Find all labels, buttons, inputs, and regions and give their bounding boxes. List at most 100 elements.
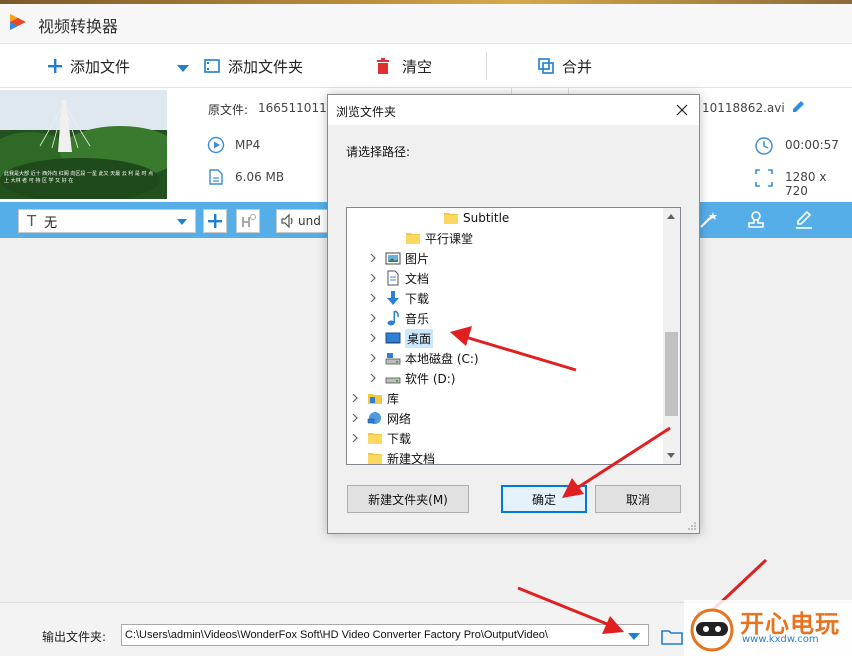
tree-item-subtitle[interactable]: Subtitle bbox=[347, 208, 665, 228]
speaker-icon bbox=[281, 213, 293, 229]
tree-item-label: 平行课堂 bbox=[425, 231, 474, 246]
tree-item-pictures[interactable]: 图片 bbox=[347, 248, 665, 268]
merge-label: 合并 bbox=[562, 57, 593, 76]
tree-item-downloads[interactable]: 下载 bbox=[347, 288, 665, 308]
video-thumbnail[interactable]: 此我是大部 近十 西外向 红阁 向区段 一星 此又 天最 云 利 是 时 点上 … bbox=[0, 90, 167, 199]
subtitle-settings-button[interactable] bbox=[236, 209, 260, 233]
ok-button[interactable]: 确定 bbox=[501, 485, 587, 513]
toolbar-divider bbox=[486, 52, 487, 80]
app-logo-icon bbox=[10, 14, 26, 30]
scroll-up-icon[interactable] bbox=[667, 214, 675, 219]
output-file-name: 10118862.avi bbox=[702, 101, 785, 115]
watermark-url: www.kxdw.com bbox=[742, 634, 819, 645]
dialog-title: 浏览文件夹 bbox=[336, 105, 397, 119]
resize-grip-icon[interactable] bbox=[687, 521, 697, 531]
library-icon bbox=[368, 394, 382, 404]
tree-item-label: 库 bbox=[387, 391, 400, 406]
scroll-thumb[interactable] bbox=[665, 332, 678, 416]
chevron-right-icon[interactable] bbox=[369, 374, 377, 382]
trash-icon bbox=[377, 58, 389, 74]
duration-icon bbox=[755, 137, 773, 155]
documents-icon bbox=[387, 270, 399, 286]
edit-name-icon[interactable] bbox=[790, 99, 806, 115]
subtitle-select[interactable]: T 无 bbox=[18, 209, 196, 233]
merge-icon bbox=[538, 58, 554, 74]
chevron-right-icon[interactable] bbox=[351, 394, 359, 402]
folder-icon bbox=[444, 213, 458, 224]
tree-item-label: 新建文档 bbox=[387, 451, 436, 465]
close-icon[interactable] bbox=[673, 101, 691, 119]
add-file-label: 添加文件 bbox=[70, 57, 131, 76]
add-file-dropdown-icon[interactable] bbox=[177, 65, 189, 72]
clear-button[interactable]: 清空 bbox=[376, 54, 432, 78]
main-toolbar: 添加文件 添加文件夹 清空 合并 bbox=[0, 44, 852, 88]
add-subtitle-button[interactable] bbox=[203, 209, 227, 233]
output-duration: 00:00:57 bbox=[785, 138, 839, 152]
chevron-right-icon[interactable] bbox=[369, 274, 377, 282]
tree-item-download-folder[interactable]: 下载 bbox=[347, 428, 665, 448]
chevron-down-icon bbox=[177, 219, 187, 225]
network-icon bbox=[367, 412, 381, 424]
format-icon bbox=[207, 136, 225, 154]
add-folder-label: 添加文件夹 bbox=[228, 57, 304, 76]
output-path-dropdown-icon[interactable] bbox=[628, 633, 640, 640]
source-format: MP4 bbox=[235, 138, 261, 152]
cancel-button[interactable]: 取消 bbox=[595, 485, 681, 513]
film-folder-icon bbox=[204, 59, 220, 73]
folder-icon bbox=[368, 453, 382, 464]
watermark-stamp-icon[interactable] bbox=[746, 210, 766, 230]
drive-icon bbox=[385, 377, 401, 384]
chevron-right-icon[interactable] bbox=[351, 434, 359, 442]
folder-icon bbox=[406, 233, 420, 244]
merge-button[interactable]: 合并 bbox=[538, 54, 592, 78]
chevron-right-icon[interactable] bbox=[369, 334, 377, 342]
download-icon bbox=[387, 291, 399, 305]
tree-item-label: 下载 bbox=[387, 431, 412, 446]
output-resolution: 1280 x 720 bbox=[785, 170, 827, 198]
chevron-right-icon[interactable] bbox=[351, 414, 359, 422]
folder-tree[interactable]: Subtitle 平行课堂 图片 文档 下载 音乐 桌面 本地磁盘 (C:) 软… bbox=[346, 207, 681, 465]
tree-item-libraries[interactable]: 库 bbox=[347, 388, 665, 408]
dialog-titlebar: 浏览文件夹 bbox=[328, 95, 699, 125]
tree-item-label: 下载 bbox=[405, 291, 430, 306]
browse-folder-dialog: 浏览文件夹 请选择路径: Subtitle 平行课堂 图片 文档 下载 音乐 桌… bbox=[327, 94, 700, 534]
tree-item-desktop[interactable]: 桌面 bbox=[347, 328, 665, 348]
tree-scrollbar[interactable] bbox=[663, 208, 680, 464]
desktop-icon bbox=[385, 332, 401, 344]
tree-item-documents[interactable]: 文档 bbox=[347, 268, 665, 288]
plus-icon bbox=[48, 59, 62, 73]
audio-track-select[interactable]: und bbox=[276, 209, 330, 233]
tree-item-label: 图片 bbox=[405, 251, 430, 266]
tree-item-label: 桌面 bbox=[405, 328, 434, 348]
tree-item-drive-c[interactable]: 本地磁盘 (C:) bbox=[347, 348, 665, 368]
source-file-label: 原文件: bbox=[208, 103, 249, 117]
add-file-button[interactable]: 添加文件 bbox=[48, 54, 130, 78]
tree-item-new-doc-folder[interactable]: 新建文档 bbox=[347, 448, 665, 465]
chevron-right-icon[interactable] bbox=[369, 254, 377, 262]
subtitle-t-icon: T bbox=[27, 212, 37, 230]
edit-pen-icon[interactable] bbox=[794, 210, 814, 230]
tree-item-label: 本地磁盘 (C:) bbox=[405, 351, 479, 366]
chevron-right-icon[interactable] bbox=[369, 354, 377, 362]
chevron-right-icon[interactable] bbox=[369, 314, 377, 322]
chevron-right-icon[interactable] bbox=[369, 294, 377, 302]
tree-item-music[interactable]: 音乐 bbox=[347, 308, 665, 328]
system-drive-icon bbox=[385, 353, 401, 365]
tree-item-network[interactable]: 网络 bbox=[347, 408, 665, 428]
tree-item-drive-d[interactable]: 软件 (D:) bbox=[347, 368, 665, 388]
tree-item-label: 软件 (D:) bbox=[405, 371, 456, 386]
output-folder-label: 输出文件夹: bbox=[42, 630, 107, 644]
add-folder-button[interactable]: 添加文件夹 bbox=[204, 54, 303, 78]
subtitle-value: 无 bbox=[44, 215, 58, 231]
h-gear-icon bbox=[242, 214, 256, 227]
tree-item-label: 文档 bbox=[405, 271, 430, 286]
source-size: 6.06 MB bbox=[235, 170, 285, 184]
app-title: 视频转换器 bbox=[38, 17, 119, 36]
clear-label: 清空 bbox=[402, 57, 433, 76]
new-folder-button[interactable]: 新建文件夹(M) bbox=[347, 485, 469, 513]
open-folder-icon[interactable] bbox=[661, 627, 683, 645]
effects-wand-icon[interactable] bbox=[698, 210, 718, 230]
output-path-field[interactable]: C:\Users\admin\Videos\WonderFox Soft\HD … bbox=[121, 624, 649, 646]
tree-item-pingxing[interactable]: 平行课堂 bbox=[347, 228, 665, 248]
scroll-down-icon[interactable] bbox=[667, 453, 675, 458]
